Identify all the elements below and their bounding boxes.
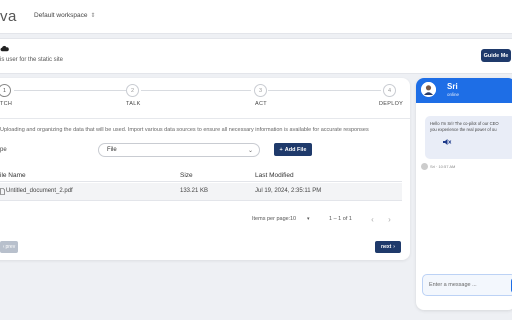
prev-button[interactable]: ‹ prev <box>0 241 18 253</box>
step-3-label: ACT <box>255 101 267 107</box>
section-divider <box>0 118 410 119</box>
brand-logo-text[interactable]: va <box>0 8 17 25</box>
step-1-label: TCH <box>0 101 13 107</box>
next-page-icon[interactable]: › <box>383 213 396 226</box>
file-name-cell: Untitled_document_2.pdf <box>6 188 73 194</box>
step-4-label: DEPLOY <box>379 101 404 107</box>
next-label: next <box>381 244 392 250</box>
cloud-icon <box>0 45 9 52</box>
column-header-file-name[interactable]: ile Name <box>0 172 26 179</box>
step-description: Uploading and organizing the data that w… <box>0 127 369 133</box>
step-2-label: TALK <box>126 101 141 107</box>
step-1-circle[interactable]: 1 <box>0 84 11 97</box>
avatar-icon <box>421 82 436 97</box>
table-header: ile Name Size Last Modified <box>0 170 402 182</box>
previous-page-icon[interactable]: ‹ <box>366 213 379 226</box>
column-header-last-modified[interactable]: Last Modified <box>255 172 294 179</box>
message-avatar <box>421 163 428 170</box>
step-2-circle[interactable]: 2 <box>126 84 139 97</box>
chevron-updown-icon: ⇕ <box>90 13 96 19</box>
type-label: pe <box>0 147 7 153</box>
chat-message-bubble: Hello I'm Sri! The co-pilot of our CEO y… <box>425 116 512 159</box>
chevron-left-icon: ‹ <box>2 244 5 250</box>
source-type-value: File <box>107 147 117 153</box>
page-range: 1 – 1 of 1 <box>329 216 352 222</box>
file-size-cell: 133.21 KB <box>180 188 209 194</box>
step-connector <box>14 90 126 91</box>
caret-down-icon[interactable]: ▾ <box>307 216 310 222</box>
chat-message-line-2: you experience the real power of ou <box>430 127 497 132</box>
file-icon <box>0 188 5 195</box>
workspace-selector[interactable]: Default workspace ⇕ <box>34 12 96 19</box>
site-description: is user for the static site <box>0 57 64 63</box>
progress-stepper: 1 2 3 4 TCH TALK ACT DEPLOY <box>0 84 410 110</box>
table-row[interactable]: Untitled_document_2.pdf 133.21 KB Jul 19… <box>0 183 402 201</box>
step-3-circle[interactable]: 3 <box>254 84 267 97</box>
subheader-bar: is user for the static site Guide Me <box>0 38 512 74</box>
chevron-right-icon: › <box>393 244 395 250</box>
chevron-down-icon: ⌄ <box>247 148 253 154</box>
add-file-button[interactable]: + Add File <box>274 143 312 156</box>
items-per-page-label: Items per page: <box>252 216 291 222</box>
step-connector <box>141 90 251 91</box>
guide-me-button[interactable]: Guide Me <box>481 49 511 62</box>
chat-panel: Sri online Hello I'm Sri! The co-pilot o… <box>416 78 512 310</box>
prev-label: prev <box>5 244 16 250</box>
assistant-avatar <box>421 82 436 97</box>
speaker-mute-icon[interactable] <box>442 138 452 146</box>
chat-header: Sri online <box>416 78 512 103</box>
add-file-label: Add File <box>284 146 307 153</box>
top-bar: va Default workspace ⇕ <box>0 0 512 34</box>
source-type-select[interactable]: File ⌄ <box>98 143 260 157</box>
step-connector <box>268 90 381 91</box>
assistant-name: Sri <box>447 82 458 91</box>
chat-message-input[interactable]: Enter a message ... <box>422 274 512 296</box>
items-per-page-select[interactable]: 10 <box>290 216 296 222</box>
column-header-size[interactable]: Size <box>180 172 193 179</box>
message-meta: Sri · 10:57 AM <box>430 164 456 169</box>
assistant-status: online <box>447 92 460 97</box>
plus-icon: + <box>279 146 283 153</box>
step-4-circle[interactable]: 4 <box>383 84 396 97</box>
next-button[interactable]: next › <box>375 241 401 253</box>
file-modified-cell: Jul 19, 2024, 2:35:11 PM <box>255 188 322 194</box>
chat-input-placeholder: Enter a message ... <box>429 282 477 288</box>
workspace-label: Default workspace <box>34 12 88 19</box>
